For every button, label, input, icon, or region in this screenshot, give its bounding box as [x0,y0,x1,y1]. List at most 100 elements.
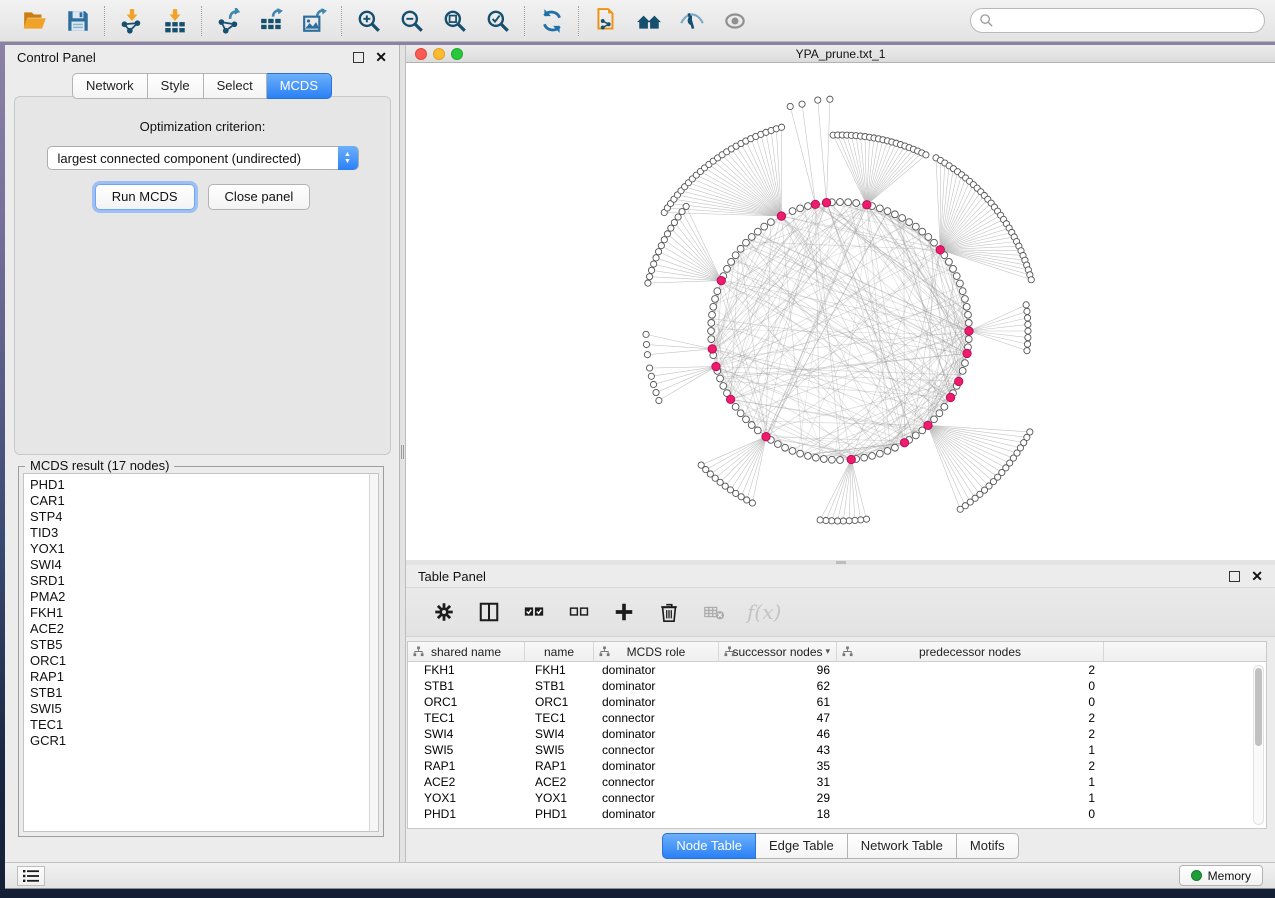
graph-node [1024,341,1030,347]
search-input[interactable] [994,13,1264,28]
mcds-result-item[interactable]: RAP1 [30,669,378,685]
window-close-traffic-light[interactable] [415,48,427,60]
mcds-result-item[interactable]: PMA2 [30,589,378,605]
home-icon[interactable] [635,7,662,34]
close-panel-icon[interactable]: ✕ [1251,571,1263,582]
tab-network[interactable]: Network [72,73,148,99]
mcds-result-item[interactable]: STP4 [30,509,378,525]
table-cell: 1 [837,790,1104,806]
tab-edge-table[interactable]: Edge Table [756,833,848,859]
table-scrollbar[interactable] [1253,665,1264,825]
mcds-result-item[interactable]: PHD1 [30,477,378,493]
column-header-shared-name[interactable]: shared name [408,642,525,661]
table-row[interactable]: STB1STB1dominator620 [408,678,1266,694]
graph-node [797,205,804,212]
mcds-result-item[interactable]: SWI4 [30,557,378,573]
window-zoom-traffic-light[interactable] [451,48,463,60]
mcds-result-item[interactable]: SWI5 [30,701,378,717]
import-network-icon[interactable] [118,7,145,34]
graph-node [823,517,829,523]
memory-button[interactable]: Memory [1179,865,1263,886]
graph-node [912,223,919,230]
export-network-icon[interactable] [215,7,242,34]
delete-table-icon[interactable] [702,600,726,624]
mcds-result-item[interactable]: STB1 [30,685,378,701]
function-builder-icon[interactable]: f(x) [747,600,781,624]
zoom-fit-icon[interactable] [441,7,468,34]
hide-details-eye-slash-icon[interactable] [678,7,705,34]
deselect-all-checkboxes-icon[interactable] [567,600,591,624]
table-row[interactable]: SWI4SWI4dominator462 [408,726,1266,742]
zoom-selected-icon[interactable] [484,7,511,34]
column-settings-gear-icon[interactable] [432,600,456,624]
split-panel-icon[interactable] [477,600,501,624]
float-panel-icon[interactable] [1229,571,1240,582]
tab-style[interactable]: Style [148,73,204,99]
mcds-result-item[interactable]: GCR1 [30,733,378,749]
table-row[interactable]: TEC1TEC1connector472 [408,710,1266,726]
mcds-list-scrollbar[interactable] [369,474,378,831]
float-panel-icon[interactable] [353,52,364,63]
column-header-predecessor-nodes[interactable]: predecessor nodes [837,642,1104,661]
export-table-icon[interactable] [258,7,285,34]
window-minimize-traffic-light[interactable] [433,48,445,60]
close-panel-button[interactable]: Close panel [208,184,311,210]
show-details-eye-icon[interactable] [721,7,748,34]
mcds-result-item[interactable]: YOX1 [30,541,378,557]
tab-mcds[interactable]: MCDS [267,73,332,99]
table-row[interactable]: ACE2ACE2connector311 [408,774,1266,790]
open-file-icon[interactable] [21,7,48,34]
graph-node [931,239,938,246]
column-header-name[interactable]: name [525,642,594,661]
table-cell: PHD1 [525,806,594,822]
table-row[interactable]: YOX1YOX1connector291 [408,790,1266,806]
mcds-result-list[interactable]: PHD1CAR1STP4TID3YOX1SWI4SRD1PMA2FKH1ACE2… [23,473,379,832]
mcds-result-item[interactable]: ACE2 [30,621,378,637]
column-header-successor-nodes[interactable]: successor nodes ▾ [719,642,837,661]
table-cell: PHD1 [408,806,525,822]
table-cell: 61 [719,694,837,710]
task-history-button[interactable] [17,866,45,886]
export-image-icon[interactable] [301,7,328,34]
mcds-result-item[interactable]: TID3 [30,525,378,541]
zoom-out-icon[interactable] [398,7,425,34]
node-table: shared name name MCDS role successor nod… [407,641,1267,829]
mcds-result-item[interactable]: CAR1 [30,493,378,509]
close-panel-icon[interactable]: ✕ [375,52,387,63]
table-scrollbar-thumb[interactable] [1255,668,1262,746]
network-graph-canvas[interactable] [406,63,1275,560]
graph-node [962,296,969,303]
table-row[interactable]: SWI5SWI5connector431 [408,742,1266,758]
table-row[interactable]: PHD1PHD1dominator180 [408,806,1266,822]
delete-column-trash-icon[interactable] [657,600,681,624]
graph-node [668,225,674,231]
refresh-icon[interactable] [538,7,565,34]
search-field[interactable] [970,8,1265,33]
tab-select[interactable]: Select [204,73,267,99]
mcds-result-item[interactable]: STB5 [30,637,378,653]
mcds-result-item[interactable]: SRD1 [30,573,378,589]
mcds-result-item[interactable]: FKH1 [30,605,378,621]
tab-network-table[interactable]: Network Table [848,833,957,859]
new-network-from-file-icon[interactable] [592,7,619,34]
table-cell: SWI5 [408,742,525,758]
import-table-icon[interactable] [161,7,188,34]
mcds-result-item[interactable]: TEC1 [30,717,378,733]
network-graph[interactable] [406,63,1275,560]
tab-node-table[interactable]: Node Table [662,833,756,859]
table-row[interactable]: RAP1RAP1dominator352 [408,758,1266,774]
criterion-dropdown[interactable]: largest connected component (undirected)… [47,146,359,170]
graph-node [957,280,964,287]
column-header-mcds-role[interactable]: MCDS role [594,642,719,661]
save-session-icon[interactable] [64,7,91,34]
zoom-in-icon[interactable] [355,7,382,34]
run-mcds-button[interactable]: Run MCDS [95,184,195,210]
mcds-result-item[interactable]: ORC1 [30,653,378,669]
select-all-checkboxes-icon[interactable] [522,600,546,624]
table-row[interactable]: ORC1ORC1dominator610 [408,694,1266,710]
graph-node [708,320,715,327]
table-row[interactable]: FKH1FKH1dominator962 [408,662,1266,678]
graph-node [661,237,667,243]
tab-motifs[interactable]: Motifs [957,833,1019,859]
add-column-icon[interactable] [612,600,636,624]
